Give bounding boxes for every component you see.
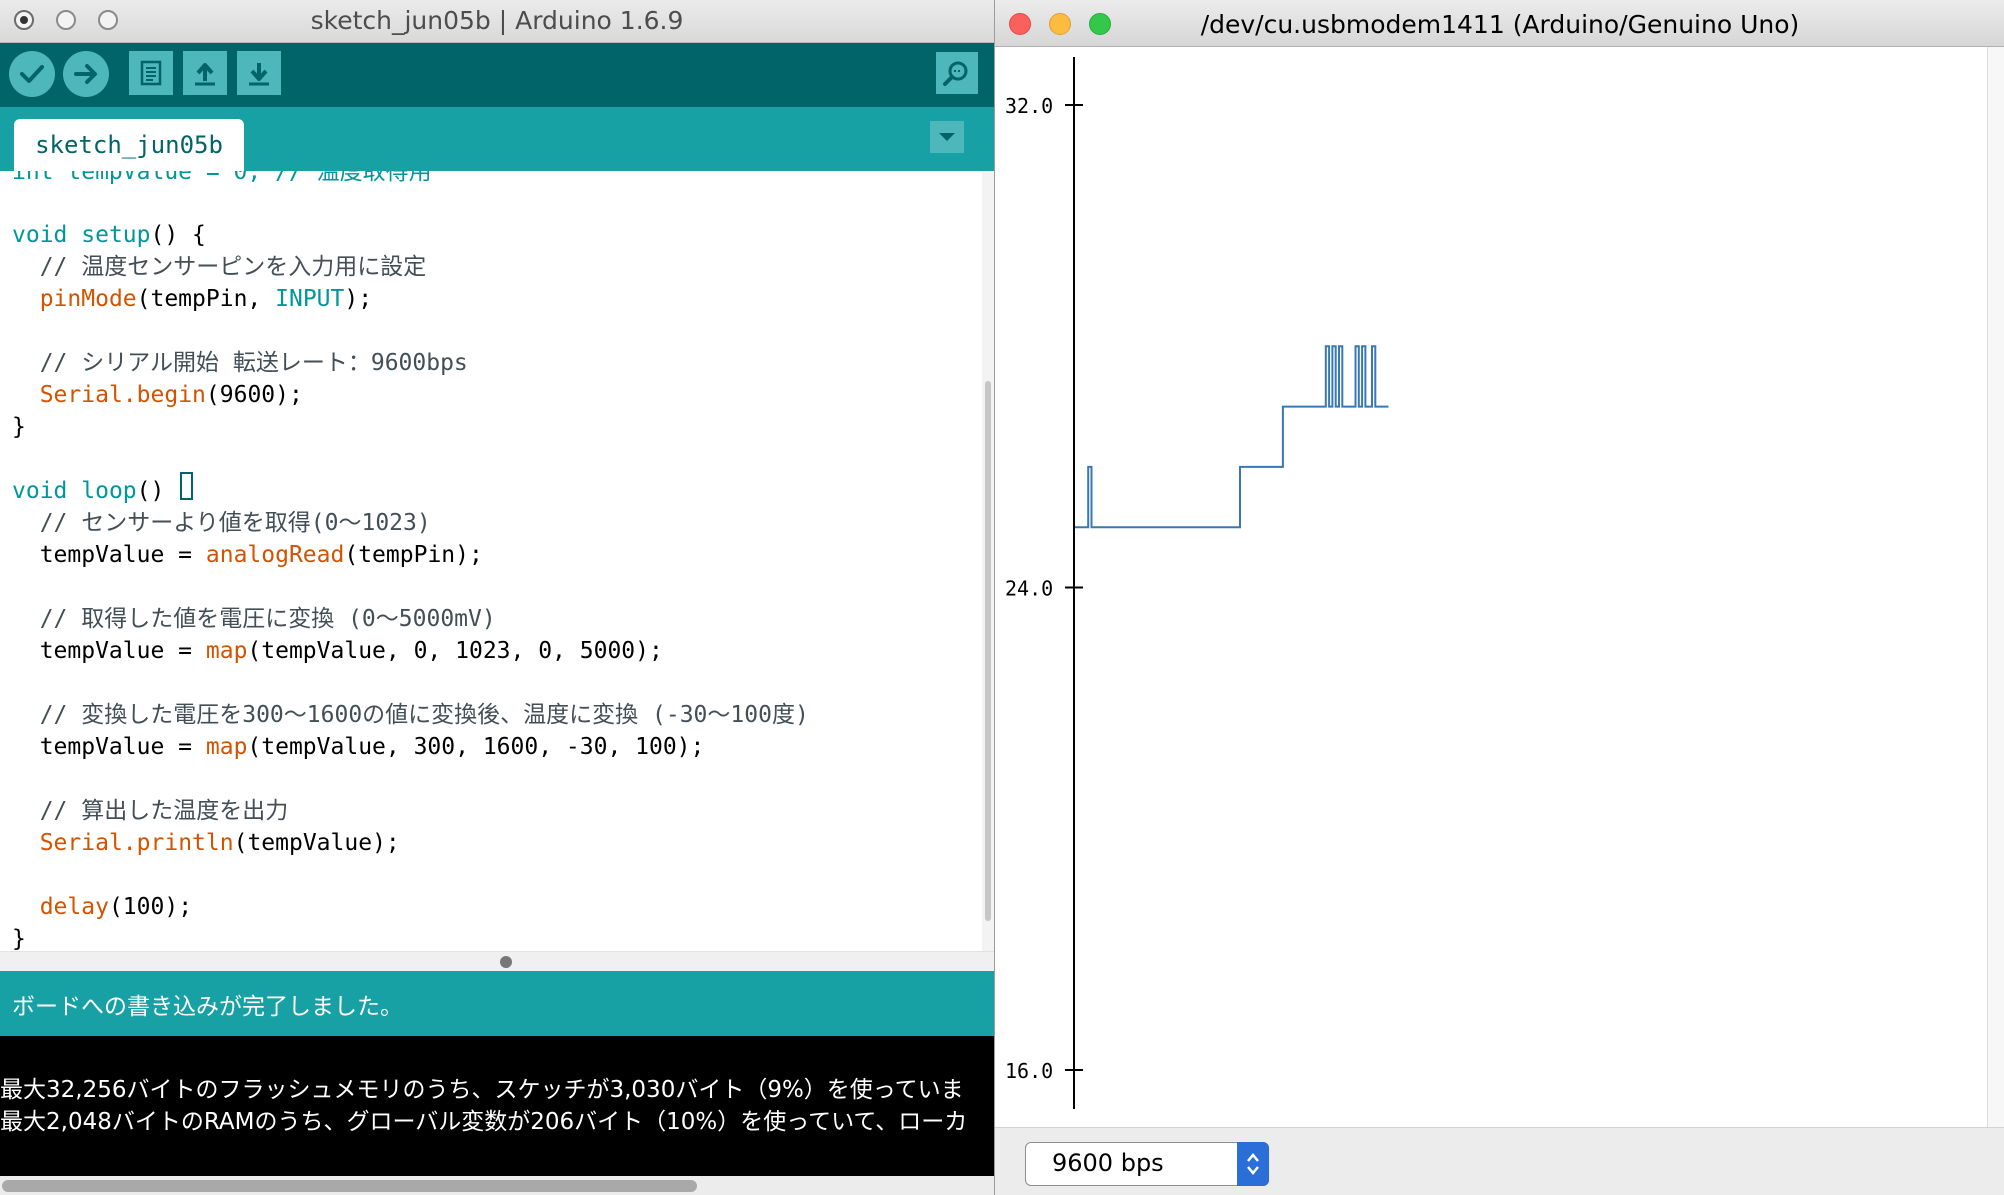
code-line: } (12, 414, 26, 440)
chevron-down-icon (939, 133, 955, 141)
plotter-footer: 9600 bps (995, 1127, 2004, 1195)
code-function: analogRead (205, 542, 345, 568)
code-line: Serial.begin(9600); (12, 379, 303, 411)
baud-rate-stepper[interactable] (1237, 1142, 1269, 1186)
code-text: (tempValue, 300, 1600, -30, 100); (247, 734, 705, 760)
console-line: 最大2,048バイトのRAMのうち、グローバル変数が206バイト（10%）を使っ… (0, 1109, 968, 1135)
code-function: println (136, 830, 234, 856)
code-keyword: Serial (39, 382, 123, 408)
divider-handle[interactable] (500, 956, 512, 968)
status-bar: ボードへの書き込みが完了しました。 (0, 971, 994, 1036)
console-scroll-thumb[interactable] (2, 1180, 697, 1192)
y-tick-label: 16.0 (1005, 1059, 1053, 1083)
open-sketch-button[interactable] (183, 51, 227, 95)
code-comment: // 温度センサーピンを入力用に設定 (12, 254, 427, 280)
arrow-down-icon (249, 63, 269, 86)
code-text: . (122, 830, 137, 856)
code-function: delay (39, 894, 109, 920)
ide-titlebar: sketch_jun05b | Arduino 1.6.9 (0, 0, 994, 43)
code-text: (tempValue, 0, 1023, 0, 5000); (247, 638, 663, 664)
code-keyword: INPUT (275, 286, 345, 312)
code-function: map (205, 734, 248, 760)
upload-button[interactable] (63, 51, 109, 97)
bracket-match-highlight (180, 472, 193, 500)
code-text: () (136, 478, 179, 504)
magnifier-icon (943, 61, 968, 86)
code-comment: // 取得した値を電圧に変換 (0〜5000mV) (12, 606, 496, 632)
code-text: . (122, 382, 137, 408)
plotter-titlebar: /dev/cu.usbmodem1411 (Arduino/Genuino Un… (995, 0, 2004, 47)
code-text: (tempPin); (344, 542, 483, 568)
code-function: map (205, 638, 248, 664)
y-tick-label: 32.0 (1005, 94, 1053, 118)
code-comment: // 算出した温度を出力 (12, 798, 289, 824)
ide-toolbar (0, 43, 994, 107)
serial-monitor-button[interactable] (936, 52, 978, 94)
status-message: ボードへの書き込みが完了しました。 (12, 994, 403, 1020)
checkmark-icon (20, 65, 44, 83)
code-function: loop (81, 478, 137, 504)
code-text: tempValue = (12, 734, 206, 760)
code-text: ); (344, 286, 373, 312)
save-sketch-button[interactable] (237, 51, 281, 95)
code-line: tempValue = map(tempValue, 0, 1023, 0, 5… (12, 635, 663, 667)
code-function: pinMode (39, 286, 137, 312)
code-text: (9600); (205, 382, 303, 408)
console-scrollbar[interactable] (0, 1176, 994, 1195)
code-comment: // 変換した電圧を300〜1600の値に変換後、温度に変換 (-30〜100度… (12, 702, 809, 728)
serial-plotter-window: /dev/cu.usbmodem1411 (Arduino/Genuino Un… (994, 0, 2004, 1195)
arrow-up-icon (195, 63, 215, 86)
verify-button[interactable] (9, 51, 55, 97)
code-keyword: Serial (39, 830, 123, 856)
console-line: 最大32,256バイトのフラッシュメモリのうち、スケッチが3,030バイト（9%… (0, 1077, 964, 1103)
sketch-tabbar: sketch_jun05b (0, 107, 994, 171)
code-text: tempValue = (12, 638, 206, 664)
code-line: int tempValue = 0; // 温度取得用 (12, 171, 432, 188)
code-line: void loop() (12, 475, 178, 507)
document-icon (140, 60, 162, 86)
baud-rate-value: 9600 bps (1052, 1149, 1164, 1177)
code-function: begin (136, 382, 206, 408)
plot-area: 16.0 24.0 32.0 (1005, 57, 1389, 1109)
plotter-title: /dev/cu.usbmodem1411 (Arduino/Genuino Un… (1200, 10, 1800, 39)
code-text: () { (150, 222, 206, 248)
code-text: (tempPin, (136, 286, 276, 312)
code-text: tempValue = (12, 542, 206, 568)
updown-chevron-icon (1247, 1153, 1259, 1175)
code-text: (tempValue); (233, 830, 400, 856)
code-keyword: void (12, 478, 68, 504)
editor-scroll-thumb[interactable] (985, 381, 991, 921)
code-line: pinMode(tempPin, INPUT); (12, 283, 372, 315)
series-line (1075, 345, 1389, 529)
window-title: sketch_jun05b | Arduino 1.6.9 (310, 6, 684, 35)
new-sketch-button[interactable] (129, 51, 173, 95)
code-text: (100); (108, 894, 193, 920)
editor-scrollbar[interactable] (982, 171, 994, 951)
pane-divider[interactable] (0, 951, 994, 972)
code-text: int tempValue = 0; // 温度取得用 (12, 171, 432, 185)
code-editor[interactable]: int tempValue = 0; // 温度取得用 void setup()… (0, 171, 980, 951)
code-line: delay(100); (12, 891, 192, 923)
arduino-ide-window: sketch_jun05b | Arduino 1.6.9 sketch_jun… (0, 0, 994, 1195)
y-tick-label: 24.0 (1005, 577, 1053, 601)
output-console: 最大32,256バイトのフラッシュメモリのうち、スケッチが3,030バイト（9%… (0, 1036, 994, 1195)
tab-menu-button[interactable] (930, 121, 964, 153)
code-line: Serial.println(tempValue); (12, 827, 400, 859)
code-comment: // センサーより値を取得(0〜1023) (12, 510, 431, 536)
code-line: } (12, 926, 26, 951)
code-function: setup (81, 222, 151, 248)
y-axis-ticks: 16.0 24.0 32.0 (1005, 94, 1083, 1083)
plotter-edge (1987, 47, 2004, 1127)
baud-rate-select[interactable]: 9600 bps (1025, 1142, 1269, 1186)
arrow-right-icon (74, 64, 97, 84)
code-line: tempValue = analogRead(tempPin); (12, 539, 483, 571)
tab-sketch[interactable]: sketch_jun05b (14, 119, 244, 171)
code-keyword: void (12, 222, 68, 248)
code-line: tempValue = map(tempValue, 300, 1600, -3… (12, 731, 705, 763)
code-comment: // シリアル開始 転送レート：9600bps (12, 350, 468, 376)
code-line: void setup() { (12, 219, 206, 251)
